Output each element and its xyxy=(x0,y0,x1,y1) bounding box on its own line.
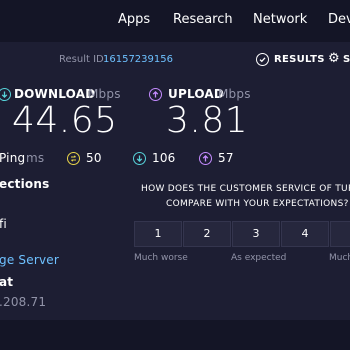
upload-latency-icon xyxy=(199,152,212,165)
top-nav: Apps Research Network Dev xyxy=(0,0,350,42)
scale-high-label: Much xyxy=(329,253,350,263)
scale-low-label: Much worse xyxy=(134,253,188,263)
rating-option-3[interactable]: 3 xyxy=(232,221,280,247)
survey-question-line1: HOW DOES THE CUSTOMER SERVICE OF TUR xyxy=(141,184,350,194)
idle-latency-icon xyxy=(67,152,80,165)
page-footer-area xyxy=(0,320,350,350)
connections-label: ections xyxy=(0,177,50,191)
change-server-link[interactable]: ge Server xyxy=(0,253,59,267)
result-panel: Result ID 16157239156 RESULTS ⚙ S DOWNLO… xyxy=(0,42,350,320)
download-icon xyxy=(0,88,11,101)
scale-mid-label: As expected xyxy=(231,253,287,263)
settings-label: S xyxy=(343,54,350,65)
rating-option-2[interactable]: 2 xyxy=(183,221,231,247)
download-label: DOWNLOAD xyxy=(14,87,96,101)
survey-question-line2: COMPARE WITH YOUR EXPECTATIONS? xyxy=(166,199,349,209)
nav-network[interactable]: Network xyxy=(253,12,307,27)
ip-address: .208.71 xyxy=(0,295,47,309)
result-id-link[interactable]: 16157239156 xyxy=(103,54,173,65)
download-latency-icon xyxy=(133,152,146,165)
download-value: 44.65 xyxy=(12,100,118,141)
rating-option-4[interactable]: 4 xyxy=(281,221,329,247)
ping-download-value: 106 xyxy=(152,151,176,165)
wifi-label: fi xyxy=(0,217,7,231)
nav-research[interactable]: Research xyxy=(173,12,233,27)
ping-upload-value: 57 xyxy=(218,151,234,165)
ping-label: Ping xyxy=(0,151,26,165)
gear-icon: ⚙ xyxy=(328,51,340,66)
provider-label: at xyxy=(0,275,14,289)
ping-unit: ms xyxy=(26,151,45,165)
download-unit: Mbps xyxy=(88,87,121,101)
result-id-label: Result ID xyxy=(59,54,104,65)
upload-label: UPLOAD xyxy=(168,87,225,101)
nav-apps[interactable]: Apps xyxy=(118,12,150,27)
ping-idle-value: 50 xyxy=(86,151,102,165)
results-label: RESULTS xyxy=(274,54,325,65)
upload-value: 3.81 xyxy=(166,100,249,141)
upload-unit: Mbps xyxy=(218,87,251,101)
check-icon xyxy=(256,53,269,66)
upload-icon xyxy=(149,88,162,101)
nav-developers[interactable]: Dev xyxy=(328,12,350,27)
rating-option-5[interactable] xyxy=(330,221,350,247)
rating-option-1[interactable]: 1 xyxy=(134,221,182,247)
